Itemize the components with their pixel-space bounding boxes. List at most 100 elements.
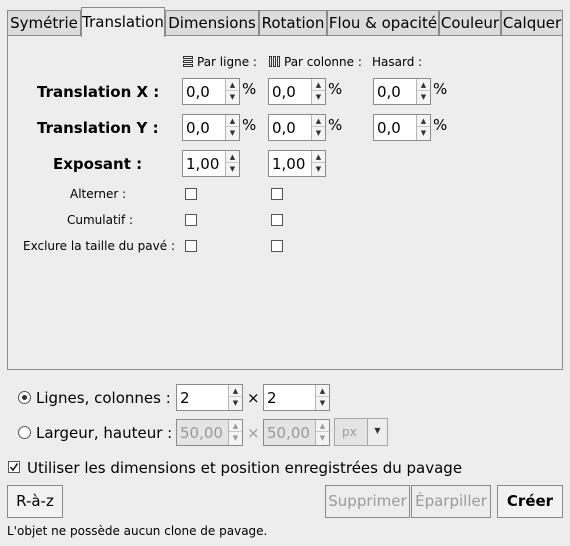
spin-up-icon[interactable]: ▲ bbox=[229, 420, 242, 432]
cumulative-label: Cumulatif : bbox=[67, 213, 134, 227]
spin-arrows: ▲ ▼ bbox=[311, 151, 325, 176]
spin-arrows: ▲ ▼ bbox=[228, 385, 242, 410]
spin-up-icon[interactable]: ▲ bbox=[229, 385, 242, 397]
cols-spin[interactable]: 2 ▲ ▼ bbox=[263, 384, 330, 411]
width-spin[interactable]: 50,00 ▲ ▼ bbox=[176, 419, 243, 446]
spin-value: 1,00 bbox=[272, 155, 306, 173]
spin-down-icon[interactable]: ▼ bbox=[226, 163, 239, 175]
spin-value: 2 bbox=[267, 389, 277, 407]
spin-value: 0,0 bbox=[377, 119, 401, 137]
percent-unit: % bbox=[328, 80, 343, 98]
spin-down-icon[interactable]: ▼ bbox=[229, 432, 242, 444]
create-button[interactable]: Créer bbox=[497, 485, 563, 518]
columns-icon bbox=[269, 56, 280, 67]
spin-down-icon[interactable]: ▼ bbox=[226, 127, 239, 139]
chevron-down-icon[interactable]: ▼ bbox=[367, 419, 387, 445]
translate-x-random-spin[interactable]: 0,0 ▲ ▼ bbox=[373, 78, 431, 105]
scatter-button[interactable]: Éparpiller bbox=[411, 485, 491, 518]
spin-value: 0,0 bbox=[377, 83, 401, 101]
translate-y-per-col-spin[interactable]: 0,0 ▲ ▼ bbox=[268, 114, 326, 141]
exponent-label: Exposant : bbox=[53, 155, 143, 173]
spin-value: 0,0 bbox=[186, 83, 210, 101]
tab-trace[interactable]: Calquer bbox=[501, 10, 563, 36]
percent-unit: % bbox=[328, 116, 343, 134]
spin-arrows: ▲ ▼ bbox=[225, 79, 239, 104]
spin-down-icon[interactable]: ▼ bbox=[316, 432, 329, 444]
exponent-per-col-spin[interactable]: 1,00 ▲ ▼ bbox=[268, 150, 326, 177]
spin-arrows: ▲ ▼ bbox=[315, 420, 329, 445]
translate-y-random-spin[interactable]: 0,0 ▲ ▼ bbox=[373, 114, 431, 141]
spin-value: 0,0 bbox=[272, 83, 296, 101]
tab-dimensions[interactable]: Dimensions bbox=[165, 10, 259, 36]
percent-unit: % bbox=[242, 116, 257, 134]
tab-blur-opacity[interactable]: Flou & opacité bbox=[327, 10, 439, 36]
use-saved-label: Utiliser les dimensions et position enre… bbox=[27, 459, 463, 477]
exponent-per-row-spin[interactable]: 1,00 ▲ ▼ bbox=[182, 150, 240, 177]
random-header: Hasard : bbox=[372, 55, 423, 69]
spin-down-icon[interactable]: ▼ bbox=[316, 397, 329, 409]
alternate-label: Alterner : bbox=[70, 187, 127, 201]
alternate-per-row-checkbox[interactable] bbox=[185, 188, 197, 200]
checkmark-icon bbox=[9, 463, 19, 472]
spin-up-icon[interactable]: ▲ bbox=[226, 151, 239, 163]
tab-color[interactable]: Couleur bbox=[439, 10, 501, 36]
use-saved-checkbox[interactable] bbox=[8, 461, 20, 473]
spin-arrows: ▲ ▼ bbox=[315, 385, 329, 410]
spin-down-icon[interactable]: ▼ bbox=[417, 127, 430, 139]
spin-down-icon[interactable]: ▼ bbox=[417, 91, 430, 103]
spin-up-icon[interactable]: ▲ bbox=[226, 115, 239, 127]
spin-value: 2 bbox=[180, 389, 190, 407]
rows-cols-label: Lignes, colonnes : bbox=[36, 389, 171, 407]
spin-down-icon[interactable]: ▼ bbox=[229, 397, 242, 409]
spin-arrows: ▲ ▼ bbox=[311, 79, 325, 104]
spin-up-icon[interactable]: ▲ bbox=[312, 79, 325, 91]
per-col-label: Par colonne : bbox=[284, 55, 362, 69]
spin-up-icon[interactable]: ▲ bbox=[417, 115, 430, 127]
delete-button[interactable]: Supprimer bbox=[325, 485, 410, 518]
tab-symmetry[interactable]: Symétrie bbox=[7, 10, 81, 36]
cumulative-per-row-checkbox[interactable] bbox=[185, 214, 197, 226]
spin-up-icon[interactable]: ▲ bbox=[316, 385, 329, 397]
spin-value: 0,0 bbox=[272, 119, 296, 137]
rows-spin[interactable]: 2 ▲ ▼ bbox=[176, 384, 243, 411]
spin-up-icon[interactable]: ▲ bbox=[316, 420, 329, 432]
spin-arrows: ▲ ▼ bbox=[225, 151, 239, 176]
per-row-label: Par ligne : bbox=[197, 55, 257, 69]
tab-translation[interactable]: Translation bbox=[81, 7, 165, 37]
per-row-header: Par ligne : bbox=[183, 55, 257, 69]
height-spin[interactable]: 50,00 ▲ ▼ bbox=[263, 419, 330, 446]
unit-value: px bbox=[342, 425, 357, 439]
exclude-per-row-checkbox[interactable] bbox=[185, 240, 197, 252]
translate-y-label: Translation Y : bbox=[37, 119, 159, 137]
spin-value: 1,00 bbox=[186, 155, 220, 173]
width-height-radio[interactable] bbox=[18, 426, 31, 439]
per-col-header: Par colonne : bbox=[269, 55, 362, 69]
alternate-per-col-checkbox[interactable] bbox=[271, 188, 283, 200]
spin-up-icon[interactable]: ▲ bbox=[226, 79, 239, 91]
spin-arrows: ▲ ▼ bbox=[228, 420, 242, 445]
spin-up-icon[interactable]: ▲ bbox=[417, 79, 430, 91]
tab-rotation[interactable]: Rotation bbox=[259, 10, 327, 36]
cumulative-per-col-checkbox[interactable] bbox=[271, 214, 283, 226]
width-height-label: Largeur, hauteur : bbox=[36, 424, 173, 442]
unit-combo[interactable]: px ▼ bbox=[334, 418, 388, 446]
spin-down-icon[interactable]: ▼ bbox=[226, 91, 239, 103]
spin-value: 50,00 bbox=[180, 424, 223, 442]
spin-down-icon[interactable]: ▼ bbox=[312, 91, 325, 103]
spin-up-icon[interactable]: ▲ bbox=[312, 151, 325, 163]
spin-down-icon[interactable]: ▼ bbox=[312, 163, 325, 175]
rows-icon bbox=[183, 56, 193, 67]
translate-x-per-col-spin[interactable]: 0,0 ▲ ▼ bbox=[268, 78, 326, 105]
spin-arrows: ▲ ▼ bbox=[416, 115, 430, 140]
spin-arrows: ▲ ▼ bbox=[416, 79, 430, 104]
exclude-per-col-checkbox[interactable] bbox=[271, 240, 283, 252]
exclude-tile-size-label: Exclure la taille du pavé : bbox=[23, 239, 175, 253]
translate-x-per-row-spin[interactable]: 0,0 ▲ ▼ bbox=[182, 78, 240, 105]
rows-cols-radio[interactable] bbox=[18, 391, 31, 404]
spin-arrows: ▲ ▼ bbox=[311, 115, 325, 140]
translate-x-label: Translation X : bbox=[37, 83, 160, 101]
reset-button[interactable]: R-à-z bbox=[7, 485, 63, 518]
spin-down-icon[interactable]: ▼ bbox=[312, 127, 325, 139]
translate-y-per-row-spin[interactable]: 0,0 ▲ ▼ bbox=[182, 114, 240, 141]
spin-up-icon[interactable]: ▲ bbox=[312, 115, 325, 127]
